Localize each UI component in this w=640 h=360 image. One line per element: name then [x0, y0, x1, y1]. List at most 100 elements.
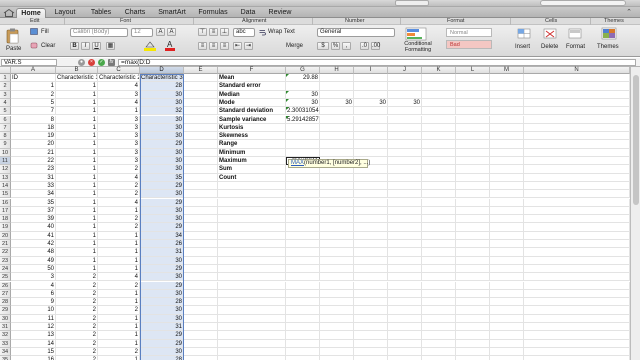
cell[interactable] — [354, 198, 388, 207]
cell[interactable]: 21 — [11, 148, 56, 157]
indent-increase-button[interactable]: ⇥ — [244, 42, 253, 50]
cell[interactable] — [354, 181, 388, 191]
cell[interactable] — [456, 240, 490, 249]
row-header[interactable]: 12 — [0, 165, 11, 174]
row-header[interactable]: 28 — [0, 298, 11, 307]
cell[interactable] — [320, 132, 354, 141]
cell[interactable] — [320, 115, 354, 124]
row-header[interactable]: 22 — [0, 248, 11, 257]
cell[interactable] — [286, 223, 320, 232]
cell[interactable] — [388, 289, 422, 299]
cell[interactable] — [320, 347, 354, 357]
cell[interactable]: 1 — [56, 173, 98, 182]
cell[interactable] — [422, 223, 456, 232]
cell[interactable] — [524, 173, 630, 182]
cell[interactable] — [184, 273, 218, 282]
cell[interactable]: 8 — [11, 115, 56, 124]
cell[interactable] — [422, 240, 456, 249]
cell[interactable] — [354, 223, 388, 232]
cell[interactable] — [524, 82, 630, 91]
cell[interactable] — [388, 356, 422, 360]
row-header[interactable]: 5 — [0, 107, 11, 116]
cell[interactable]: 2 — [56, 306, 98, 315]
cell[interactable] — [524, 140, 630, 149]
conditional-formatting-icon[interactable] — [405, 27, 427, 41]
row-header[interactable]: 8 — [0, 132, 11, 141]
paste-icon[interactable] — [6, 28, 20, 44]
cell[interactable] — [490, 273, 524, 282]
cell[interactable]: 22 — [11, 157, 56, 166]
cell[interactable] — [456, 331, 490, 340]
cell[interactable]: 35 — [11, 198, 56, 207]
column-header[interactable]: M — [490, 67, 524, 74]
cell[interactable] — [218, 240, 286, 249]
cell[interactable]: 1 — [56, 165, 98, 174]
cell[interactable] — [490, 356, 524, 360]
cell[interactable] — [184, 264, 218, 274]
cell[interactable] — [354, 173, 388, 182]
cell[interactable]: 30 — [286, 98, 320, 108]
cell[interactable]: 14 — [11, 339, 56, 348]
cell[interactable] — [320, 231, 354, 240]
cell[interactable] — [320, 181, 354, 191]
cell[interactable]: 1 — [56, 157, 98, 166]
cell[interactable] — [320, 339, 354, 348]
cell[interactable] — [218, 289, 286, 299]
cell[interactable] — [524, 289, 630, 299]
cell[interactable]: Median — [218, 90, 286, 99]
selected-column-cell[interactable]: 30 — [140, 314, 184, 323]
cell[interactable] — [490, 256, 524, 265]
row-header[interactable]: 4 — [0, 98, 11, 108]
cell[interactable]: 1 — [56, 115, 98, 124]
cell[interactable] — [422, 264, 456, 274]
cell[interactable] — [422, 331, 456, 340]
cell[interactable] — [524, 273, 630, 282]
cell[interactable] — [456, 148, 490, 157]
percent-button[interactable]: % — [331, 42, 340, 50]
cell[interactable] — [354, 82, 388, 91]
cell[interactable]: 1 — [98, 314, 140, 323]
selected-column-cell[interactable]: 30 — [140, 148, 184, 157]
cell[interactable] — [422, 248, 456, 257]
cell[interactable] — [422, 107, 456, 116]
cell[interactable] — [320, 198, 354, 207]
cell[interactable] — [456, 198, 490, 207]
cell[interactable]: Standard deviation — [218, 107, 286, 116]
cell[interactable]: 41 — [11, 231, 56, 240]
cell[interactable] — [184, 306, 218, 315]
cell[interactable] — [184, 281, 218, 290]
cell[interactable] — [422, 256, 456, 265]
cell[interactable] — [388, 181, 422, 191]
cell[interactable]: 19 — [11, 132, 56, 141]
formula-input[interactable]: =max(D:D — [118, 59, 636, 66]
cell[interactable] — [184, 90, 218, 99]
cell[interactable] — [388, 273, 422, 282]
cell[interactable] — [218, 306, 286, 315]
cell[interactable] — [388, 173, 422, 182]
merge-button[interactable]: Merge — [286, 42, 303, 50]
cell[interactable] — [184, 356, 218, 360]
cell[interactable] — [524, 339, 630, 348]
cell[interactable] — [184, 298, 218, 307]
cell[interactable]: 18 — [11, 123, 56, 133]
cell[interactable] — [456, 90, 490, 99]
cell[interactable]: Maximum — [218, 157, 286, 166]
cell[interactable] — [218, 356, 286, 360]
tab-tables[interactable]: Tables — [86, 8, 116, 18]
cell[interactable] — [286, 181, 320, 191]
cell[interactable] — [524, 165, 630, 174]
cell[interactable] — [388, 323, 422, 332]
row-header[interactable]: 16 — [0, 198, 11, 207]
selected-column-cell[interactable]: 28 — [140, 298, 184, 307]
cell[interactable]: 2.30031054 — [286, 107, 320, 116]
cell[interactable] — [354, 281, 388, 290]
cell[interactable] — [218, 347, 286, 357]
cell[interactable] — [524, 198, 630, 207]
selected-column-cell[interactable]: 29 — [140, 339, 184, 348]
cell[interactable] — [218, 339, 286, 348]
cell[interactable]: 2 — [11, 90, 56, 99]
cell[interactable] — [422, 148, 456, 157]
font-name-field[interactable]: Calibri (Body) — [70, 28, 128, 37]
cell[interactable] — [490, 323, 524, 332]
cell[interactable] — [184, 248, 218, 257]
